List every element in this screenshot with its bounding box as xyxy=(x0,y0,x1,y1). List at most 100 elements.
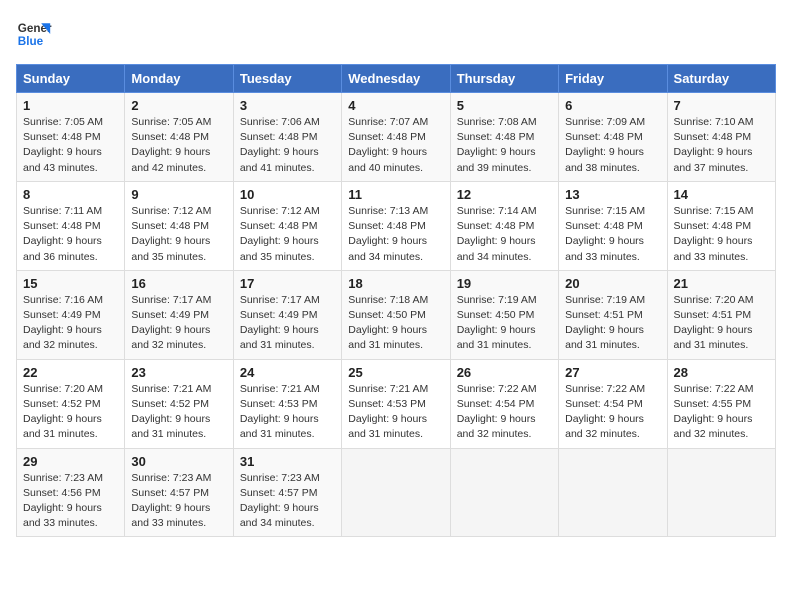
calendar-cell: 11 Sunrise: 7:13 AMSunset: 4:48 PMDaylig… xyxy=(342,181,450,270)
day-info: Sunrise: 7:11 AMSunset: 4:48 PMDaylight:… xyxy=(23,205,102,263)
day-info: Sunrise: 7:16 AMSunset: 4:49 PMDaylight:… xyxy=(23,294,103,352)
day-number: 5 xyxy=(457,98,552,113)
day-info: Sunrise: 7:20 AMSunset: 4:52 PMDaylight:… xyxy=(23,383,103,441)
day-info: Sunrise: 7:08 AMSunset: 4:48 PMDaylight:… xyxy=(457,116,537,174)
day-number: 8 xyxy=(23,187,118,202)
day-info: Sunrise: 7:17 AMSunset: 4:49 PMDaylight:… xyxy=(240,294,320,352)
day-number: 10 xyxy=(240,187,335,202)
calendar-cell: 23 Sunrise: 7:21 AMSunset: 4:52 PMDaylig… xyxy=(125,359,233,448)
column-header-tuesday: Tuesday xyxy=(233,65,341,93)
calendar-cell xyxy=(559,448,667,537)
calendar-cell: 27 Sunrise: 7:22 AMSunset: 4:54 PMDaylig… xyxy=(559,359,667,448)
calendar-cell xyxy=(667,448,775,537)
day-info: Sunrise: 7:22 AMSunset: 4:55 PMDaylight:… xyxy=(674,383,754,441)
day-info: Sunrise: 7:18 AMSunset: 4:50 PMDaylight:… xyxy=(348,294,428,352)
calendar-cell: 13 Sunrise: 7:15 AMSunset: 4:48 PMDaylig… xyxy=(559,181,667,270)
day-number: 4 xyxy=(348,98,443,113)
day-number: 21 xyxy=(674,276,769,291)
day-number: 9 xyxy=(131,187,226,202)
day-info: Sunrise: 7:23 AMSunset: 4:56 PMDaylight:… xyxy=(23,472,103,530)
logo-icon: General Blue xyxy=(16,16,52,52)
day-info: Sunrise: 7:21 AMSunset: 4:52 PMDaylight:… xyxy=(131,383,211,441)
calendar-cell: 12 Sunrise: 7:14 AMSunset: 4:48 PMDaylig… xyxy=(450,181,558,270)
calendar-week-1: 1 Sunrise: 7:05 AMSunset: 4:48 PMDayligh… xyxy=(17,93,776,182)
day-info: Sunrise: 7:12 AMSunset: 4:48 PMDaylight:… xyxy=(131,205,211,263)
day-info: Sunrise: 7:23 AMSunset: 4:57 PMDaylight:… xyxy=(131,472,211,530)
calendar-cell xyxy=(450,448,558,537)
day-info: Sunrise: 7:14 AMSunset: 4:48 PMDaylight:… xyxy=(457,205,537,263)
column-header-wednesday: Wednesday xyxy=(342,65,450,93)
column-header-saturday: Saturday xyxy=(667,65,775,93)
day-number: 26 xyxy=(457,365,552,380)
calendar-cell: 31 Sunrise: 7:23 AMSunset: 4:57 PMDaylig… xyxy=(233,448,341,537)
calendar-cell: 14 Sunrise: 7:15 AMSunset: 4:48 PMDaylig… xyxy=(667,181,775,270)
day-number: 2 xyxy=(131,98,226,113)
day-number: 12 xyxy=(457,187,552,202)
calendar-cell: 10 Sunrise: 7:12 AMSunset: 4:48 PMDaylig… xyxy=(233,181,341,270)
day-info: Sunrise: 7:06 AMSunset: 4:48 PMDaylight:… xyxy=(240,116,320,174)
calendar-cell: 20 Sunrise: 7:19 AMSunset: 4:51 PMDaylig… xyxy=(559,270,667,359)
day-info: Sunrise: 7:13 AMSunset: 4:48 PMDaylight:… xyxy=(348,205,428,263)
day-number: 29 xyxy=(23,454,118,469)
day-number: 27 xyxy=(565,365,660,380)
column-header-sunday: Sunday xyxy=(17,65,125,93)
day-info: Sunrise: 7:19 AMSunset: 4:51 PMDaylight:… xyxy=(565,294,645,352)
day-number: 14 xyxy=(674,187,769,202)
day-number: 15 xyxy=(23,276,118,291)
calendar-cell: 18 Sunrise: 7:18 AMSunset: 4:50 PMDaylig… xyxy=(342,270,450,359)
page-header: General Blue xyxy=(16,16,776,52)
day-info: Sunrise: 7:15 AMSunset: 4:48 PMDaylight:… xyxy=(674,205,754,263)
calendar-cell: 24 Sunrise: 7:21 AMSunset: 4:53 PMDaylig… xyxy=(233,359,341,448)
day-info: Sunrise: 7:12 AMSunset: 4:48 PMDaylight:… xyxy=(240,205,320,263)
day-number: 22 xyxy=(23,365,118,380)
calendar-cell: 22 Sunrise: 7:20 AMSunset: 4:52 PMDaylig… xyxy=(17,359,125,448)
day-number: 18 xyxy=(348,276,443,291)
day-info: Sunrise: 7:22 AMSunset: 4:54 PMDaylight:… xyxy=(565,383,645,441)
calendar-header-row: SundayMondayTuesdayWednesdayThursdayFrid… xyxy=(17,65,776,93)
calendar-week-5: 29 Sunrise: 7:23 AMSunset: 4:56 PMDaylig… xyxy=(17,448,776,537)
day-info: Sunrise: 7:21 AMSunset: 4:53 PMDaylight:… xyxy=(348,383,428,441)
svg-text:Blue: Blue xyxy=(18,35,44,48)
day-info: Sunrise: 7:23 AMSunset: 4:57 PMDaylight:… xyxy=(240,472,320,530)
column-header-monday: Monday xyxy=(125,65,233,93)
calendar-cell: 7 Sunrise: 7:10 AMSunset: 4:48 PMDayligh… xyxy=(667,93,775,182)
day-info: Sunrise: 7:05 AMSunset: 4:48 PMDaylight:… xyxy=(23,116,103,174)
calendar-cell: 15 Sunrise: 7:16 AMSunset: 4:49 PMDaylig… xyxy=(17,270,125,359)
day-number: 6 xyxy=(565,98,660,113)
calendar-cell: 17 Sunrise: 7:17 AMSunset: 4:49 PMDaylig… xyxy=(233,270,341,359)
calendar-cell: 2 Sunrise: 7:05 AMSunset: 4:48 PMDayligh… xyxy=(125,93,233,182)
day-number: 24 xyxy=(240,365,335,380)
calendar-cell: 26 Sunrise: 7:22 AMSunset: 4:54 PMDaylig… xyxy=(450,359,558,448)
calendar-cell: 6 Sunrise: 7:09 AMSunset: 4:48 PMDayligh… xyxy=(559,93,667,182)
day-number: 17 xyxy=(240,276,335,291)
calendar-cell: 4 Sunrise: 7:07 AMSunset: 4:48 PMDayligh… xyxy=(342,93,450,182)
day-info: Sunrise: 7:20 AMSunset: 4:51 PMDaylight:… xyxy=(674,294,754,352)
day-number: 30 xyxy=(131,454,226,469)
day-info: Sunrise: 7:15 AMSunset: 4:48 PMDaylight:… xyxy=(565,205,645,263)
day-number: 13 xyxy=(565,187,660,202)
day-info: Sunrise: 7:19 AMSunset: 4:50 PMDaylight:… xyxy=(457,294,537,352)
day-info: Sunrise: 7:09 AMSunset: 4:48 PMDaylight:… xyxy=(565,116,645,174)
calendar-cell: 21 Sunrise: 7:20 AMSunset: 4:51 PMDaylig… xyxy=(667,270,775,359)
calendar-week-4: 22 Sunrise: 7:20 AMSunset: 4:52 PMDaylig… xyxy=(17,359,776,448)
day-number: 7 xyxy=(674,98,769,113)
day-info: Sunrise: 7:10 AMSunset: 4:48 PMDaylight:… xyxy=(674,116,754,174)
calendar-cell: 30 Sunrise: 7:23 AMSunset: 4:57 PMDaylig… xyxy=(125,448,233,537)
calendar-cell xyxy=(342,448,450,537)
day-number: 23 xyxy=(131,365,226,380)
column-header-friday: Friday xyxy=(559,65,667,93)
day-number: 1 xyxy=(23,98,118,113)
day-number: 31 xyxy=(240,454,335,469)
calendar-week-3: 15 Sunrise: 7:16 AMSunset: 4:49 PMDaylig… xyxy=(17,270,776,359)
column-header-thursday: Thursday xyxy=(450,65,558,93)
logo: General Blue xyxy=(16,16,52,52)
calendar-cell: 5 Sunrise: 7:08 AMSunset: 4:48 PMDayligh… xyxy=(450,93,558,182)
day-info: Sunrise: 7:21 AMSunset: 4:53 PMDaylight:… xyxy=(240,383,320,441)
day-info: Sunrise: 7:05 AMSunset: 4:48 PMDaylight:… xyxy=(131,116,211,174)
calendar-cell: 29 Sunrise: 7:23 AMSunset: 4:56 PMDaylig… xyxy=(17,448,125,537)
calendar-cell: 1 Sunrise: 7:05 AMSunset: 4:48 PMDayligh… xyxy=(17,93,125,182)
calendar-cell: 19 Sunrise: 7:19 AMSunset: 4:50 PMDaylig… xyxy=(450,270,558,359)
calendar-cell: 9 Sunrise: 7:12 AMSunset: 4:48 PMDayligh… xyxy=(125,181,233,270)
day-info: Sunrise: 7:07 AMSunset: 4:48 PMDaylight:… xyxy=(348,116,428,174)
day-number: 19 xyxy=(457,276,552,291)
